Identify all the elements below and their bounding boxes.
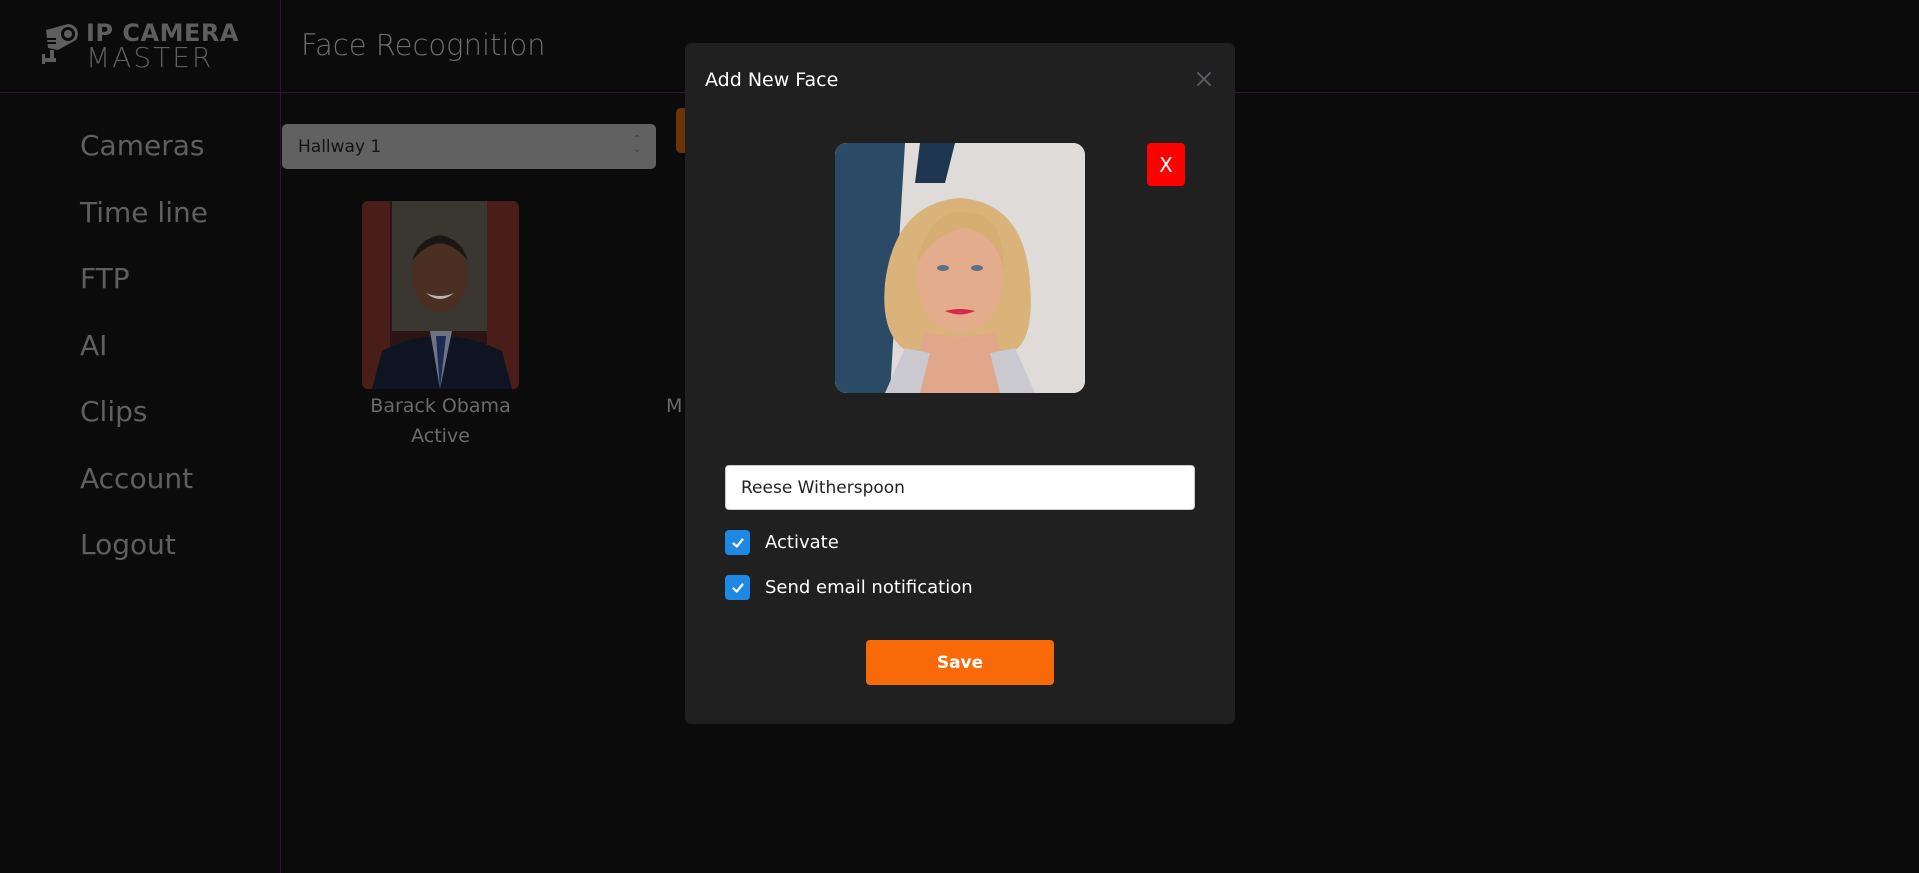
camera-select[interactable]: Hallway 1 ⌃ ⌄ bbox=[282, 124, 656, 169]
sidebar-item-logout[interactable]: Logout bbox=[80, 528, 176, 561]
portrait-image-icon bbox=[362, 201, 519, 389]
sidebar-divider bbox=[280, 0, 281, 873]
save-button[interactable]: Save bbox=[866, 640, 1054, 685]
activate-label: Activate bbox=[765, 532, 839, 553]
face-status: Active bbox=[411, 425, 470, 447]
page-title: Face Recognition bbox=[301, 28, 546, 62]
close-icon bbox=[1197, 72, 1211, 86]
email-notification-checkbox-row[interactable]: Send email notification bbox=[725, 575, 973, 600]
checkmark-icon bbox=[731, 537, 744, 548]
remove-photo-button[interactable]: X bbox=[1147, 143, 1185, 186]
checkmark-icon bbox=[731, 582, 744, 593]
select-arrows-icon: ⌃ ⌄ bbox=[632, 134, 642, 155]
logo-text-bottom: MASTER bbox=[86, 40, 214, 74]
sidebar-item-ai[interactable]: AI bbox=[80, 329, 107, 362]
activate-checkbox-row[interactable]: Activate bbox=[725, 530, 839, 555]
email-notification-checkbox[interactable] bbox=[725, 575, 750, 600]
face-name: Barack Obama bbox=[370, 395, 511, 417]
sidebar-item-account[interactable]: Account bbox=[80, 462, 193, 495]
activate-checkbox[interactable] bbox=[725, 530, 750, 555]
logo: IP CAMERA MASTER bbox=[38, 20, 248, 72]
sidebar-item-timeline[interactable]: Time line bbox=[80, 196, 208, 229]
camera-select-value: Hallway 1 bbox=[298, 136, 382, 157]
face-card[interactable]: Barack Obama Active bbox=[362, 201, 519, 447]
sidebar-item-cameras[interactable]: Cameras bbox=[80, 129, 204, 162]
face-thumbnail bbox=[362, 201, 519, 389]
face-name-input[interactable] bbox=[725, 465, 1195, 510]
email-notification-label: Send email notification bbox=[765, 577, 973, 598]
close-button[interactable] bbox=[1192, 67, 1216, 91]
face-name-partial: M bbox=[666, 395, 683, 417]
sidebar-item-clips[interactable]: Clips bbox=[80, 395, 147, 428]
sidebar-item-ftp[interactable]: FTP bbox=[80, 262, 130, 295]
camera-logo-icon bbox=[42, 24, 78, 64]
face-preview-image bbox=[835, 143, 1085, 393]
portrait-image-icon bbox=[835, 143, 1085, 393]
modal-title: Add New Face bbox=[705, 69, 839, 91]
add-face-modal: Add New Face X Activate bbox=[685, 43, 1235, 724]
